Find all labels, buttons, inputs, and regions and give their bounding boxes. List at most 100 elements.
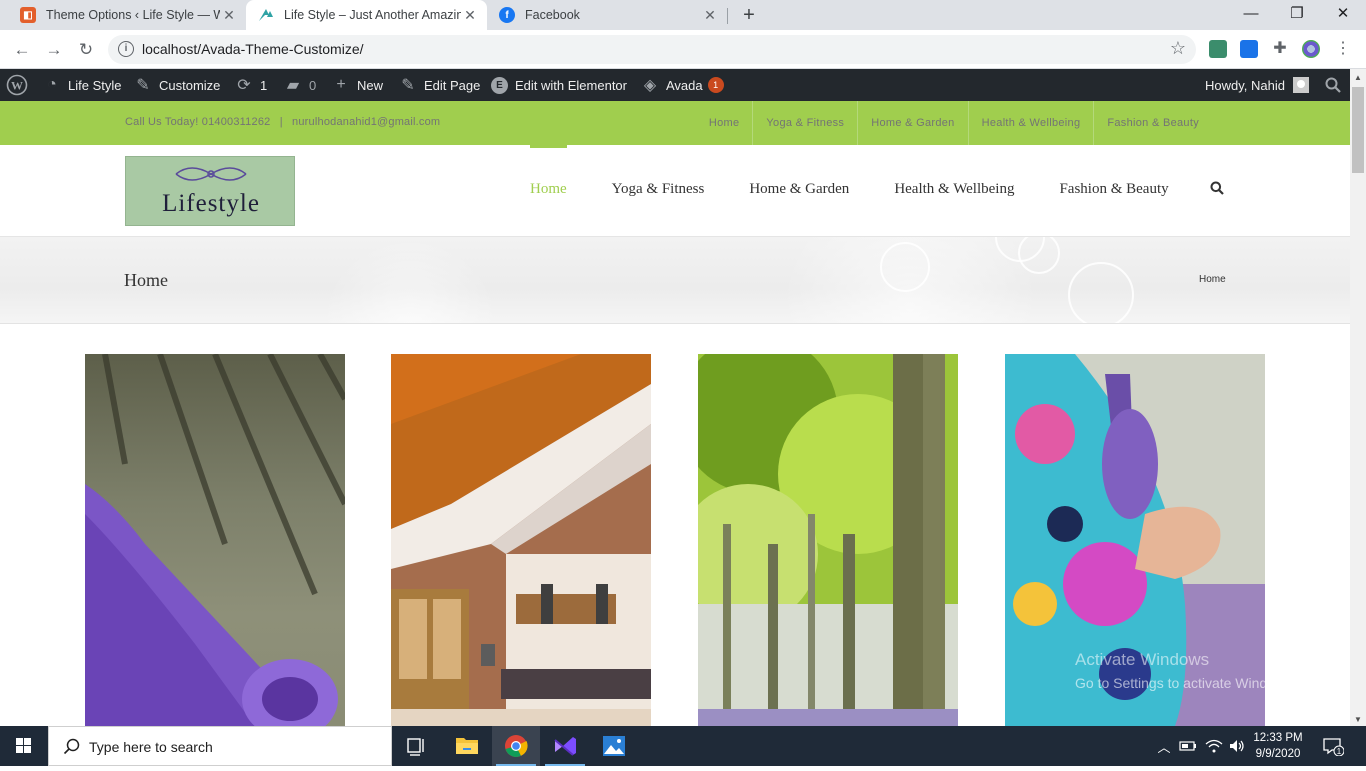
comment-icon: ▰: [286, 77, 300, 94]
adminbar-comments[interactable]: ▰ 0: [284, 69, 316, 101]
new-tab-button[interactable]: +: [738, 3, 760, 27]
yoga-mat-image[interactable]: [85, 354, 345, 726]
forward-button[interactable]: →: [42, 38, 66, 62]
top-nav-fashion-beauty[interactable]: Fashion & Beauty: [1094, 101, 1212, 145]
windows-taskbar: Type here to search ︿ 12:33 PM 9/9/2020 …: [0, 726, 1366, 766]
comments-count: 0: [309, 77, 317, 93]
contact-email[interactable]: nurulhodanahid1@gmail.com: [292, 116, 440, 128]
elementor-icon: E: [491, 76, 508, 94]
taskbar-search-box[interactable]: Type here to search: [48, 726, 392, 766]
adminbar-site-label: Life Style: [68, 77, 122, 93]
adminbar-customize-label: Customize: [159, 77, 221, 93]
address-bar[interactable]: i localhost/Avada-Theme-Customize/ ☆: [108, 35, 1196, 64]
tab-title: Facebook: [525, 8, 580, 22]
decorative-bubble: [320, 237, 500, 323]
close-icon[interactable]: ✕: [701, 7, 719, 24]
browser-menu-icon[interactable]: ⋮: [1334, 40, 1352, 58]
reload-button[interactable]: ↻: [74, 38, 98, 62]
floral-dress-image[interactable]: [1005, 354, 1265, 726]
page-scrollbar[interactable]: ▲ ▼: [1350, 69, 1366, 726]
forest-image[interactable]: [698, 354, 958, 726]
bookmark-star-icon[interactable]: ☆: [1170, 38, 1186, 59]
chrome-icon[interactable]: [492, 726, 540, 766]
main-nav-health-wellbeing[interactable]: Health & Wellbeing: [894, 145, 1014, 237]
breadcrumb[interactable]: Home: [1199, 274, 1226, 285]
main-nav-home[interactable]: Home: [530, 145, 567, 237]
notification-center-icon[interactable]: 1: [1318, 726, 1348, 766]
photos-icon[interactable]: [590, 726, 638, 766]
close-window-button[interactable]: ✕: [1320, 0, 1366, 30]
page-title: Home: [124, 270, 168, 290]
restore-button[interactable]: ❐: [1274, 0, 1320, 30]
browser-toolbar: ← → ↻ i localhost/Avada-Theme-Customize/…: [0, 30, 1366, 69]
task-view-icon[interactable]: [392, 726, 440, 766]
avatar: [1292, 77, 1309, 93]
adminbar-search-icon[interactable]: [1325, 69, 1341, 101]
file-explorer-icon[interactable]: [443, 726, 491, 766]
adminbar-avada-label: Avada: [666, 77, 703, 93]
adminbar-new[interactable]: + New: [332, 69, 383, 101]
system-clock[interactable]: 12:33 PM 9/9/2020: [1248, 730, 1308, 762]
updates-icon: ⟳: [237, 77, 251, 94]
adminbar-updates[interactable]: ⟳ 1: [235, 69, 267, 101]
tab-title: Theme Options ‹ Life Style — Wo: [46, 8, 220, 22]
tab-title: Life Style – Just Another Amazing: [284, 8, 461, 22]
secondary-menu: Home Yoga & Fitness Home & Garden Health…: [696, 101, 1212, 145]
main-nav-yoga-fitness[interactable]: Yoga & Fitness: [612, 145, 705, 237]
wp-admin-bar: W ◔ Life Style ✎ Customize ⟳ 1 ▰ 0 + New…: [0, 69, 1350, 101]
adminbar-avada[interactable]: ◈ Avada 1: [641, 69, 724, 101]
site-top-bar: Call Us Today! 01400311262 | nurulhodana…: [0, 101, 1350, 145]
updates-count: 1: [260, 77, 268, 93]
top-nav-home[interactable]: Home: [696, 101, 754, 145]
plus-icon: +: [336, 76, 346, 93]
tab-theme-options[interactable]: ◧ Theme Options ‹ Life Style — Wo ✕: [8, 0, 246, 30]
contact-info: Call Us Today! 01400311262 | nurulhodana…: [125, 116, 440, 128]
adminbar-customize[interactable]: ✎ Customize: [134, 69, 220, 101]
logo-text: Lifestyle: [162, 190, 260, 217]
profile-avatar[interactable]: [1302, 40, 1320, 58]
tab-separator: [727, 8, 728, 24]
kitchen-interior-image[interactable]: [391, 354, 651, 726]
howdy-label: Howdy, Nahid: [1205, 77, 1285, 93]
extensions-puzzle-icon[interactable]: ✚: [1271, 40, 1289, 58]
windows-start-button[interactable]: [0, 726, 48, 766]
wifi-icon[interactable]: [1203, 726, 1225, 766]
adminbar-elementor[interactable]: E Edit with Elementor: [491, 69, 627, 101]
scroll-down-icon[interactable]: ▼: [1354, 715, 1362, 724]
extension-blue-icon[interactable]: [1240, 40, 1258, 58]
main-nav-home-garden[interactable]: Home & Garden: [749, 145, 849, 237]
tab-facebook[interactable]: f Facebook ✕: [487, 0, 727, 30]
tray-chevron-icon[interactable]: ︿: [1155, 726, 1173, 766]
minimize-button[interactable]: —: [1228, 0, 1274, 30]
top-nav-home-garden[interactable]: Home & Garden: [858, 101, 969, 145]
adminbar-edit-page-label: Edit Page: [424, 77, 481, 93]
main-nav-fashion-beauty[interactable]: Fashion & Beauty: [1059, 145, 1168, 237]
scrollbar-thumb[interactable]: [1352, 87, 1364, 173]
scroll-up-icon[interactable]: ▲: [1354, 73, 1362, 82]
top-nav-health-wellbeing[interactable]: Health & Wellbeing: [969, 101, 1095, 145]
wordpress-logo-icon[interactable]: W: [6, 69, 28, 101]
adminbar-edit-page[interactable]: ✎ Edit Page: [399, 69, 480, 101]
back-button[interactable]: ←: [10, 38, 34, 62]
decorative-bubble: [1068, 262, 1134, 323]
battery-icon[interactable]: [1178, 726, 1198, 766]
top-nav-yoga-fitness[interactable]: Yoga & Fitness: [753, 101, 859, 145]
facebook-icon: f: [499, 7, 515, 23]
visual-studio-icon[interactable]: [541, 726, 589, 766]
close-icon[interactable]: ✕: [461, 7, 479, 24]
adminbar-site-name[interactable]: ◔ Life Style: [43, 69, 121, 101]
site-logo[interactable]: Lifestyle: [125, 156, 295, 226]
volume-icon[interactable]: [1227, 726, 1247, 766]
site-info-icon[interactable]: i: [118, 41, 134, 57]
url-text[interactable]: localhost/Avada-Theme-Customize/: [142, 41, 364, 57]
adminbar-account[interactable]: Howdy, Nahid: [1205, 69, 1309, 101]
contact-separator: |: [279, 116, 283, 128]
close-icon[interactable]: ✕: [220, 7, 238, 24]
clock-date: 9/9/2020: [1255, 748, 1301, 760]
extension-eyedropper-icon[interactable]: [1209, 40, 1227, 58]
search-icon[interactable]: [1210, 181, 1224, 195]
activate-windows-title: Activate Windows: [1075, 650, 1210, 669]
avada-icon: ◧: [20, 7, 36, 23]
avada-logo-icon: [258, 7, 274, 23]
tab-life-style[interactable]: Life Style – Just Another Amazing ✕: [246, 0, 487, 30]
